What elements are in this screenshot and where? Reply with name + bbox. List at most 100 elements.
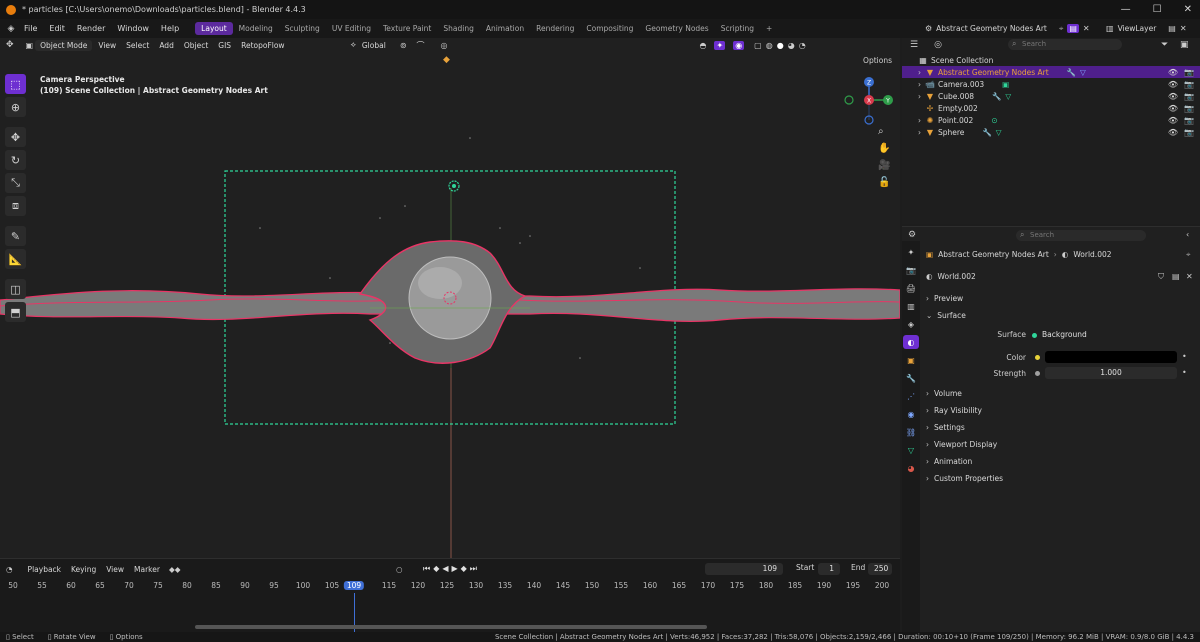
tab-scripting[interactable]: Scripting bbox=[715, 22, 760, 35]
menu-marker[interactable]: Marker bbox=[129, 565, 165, 574]
visibility-eye-icon[interactable]: 👁 bbox=[1168, 80, 1178, 89]
modifier-icon[interactable]: 🔧 bbox=[992, 92, 1001, 101]
render-camera-icon[interactable]: 📷 bbox=[1184, 68, 1194, 77]
timeline-scrollbar[interactable] bbox=[195, 625, 707, 629]
scene-selector[interactable]: ⚙ Abstract Geometry Nodes Art ⌖ ▤ ✕ bbox=[925, 19, 1090, 38]
current-frame-field[interactable]: 109 bbox=[705, 563, 783, 575]
duplicate-icon[interactable]: ▤ bbox=[1172, 272, 1180, 281]
menu-edit[interactable]: Edit bbox=[43, 19, 71, 38]
cursor-tool-icon[interactable]: ⊕ bbox=[5, 97, 26, 117]
mesh-data-icon[interactable]: ▽ bbox=[996, 128, 1002, 137]
view-layer-selector[interactable]: ▥ ViewLayer ▤ ✕ bbox=[1106, 19, 1187, 38]
strength-field[interactable]: 1.000 bbox=[1045, 367, 1177, 379]
3d-viewport[interactable]: ✥ ▣ Object Mode View Select Add Object G… bbox=[0, 38, 900, 558]
outliner-row-cube[interactable]: › ▼ Cube.008 🔧 ▽ 👁 📷 bbox=[902, 90, 1200, 102]
properties-editor-icon[interactable]: ⚙ bbox=[908, 230, 916, 240]
annotate-tool-icon[interactable]: ✎ bbox=[5, 226, 26, 246]
output-tab-icon[interactable]: 🖨 bbox=[903, 281, 919, 295]
object-tab-icon[interactable]: ▣ bbox=[903, 353, 919, 367]
outliner-filter-icon[interactable]: ⏷ bbox=[1161, 40, 1168, 50]
render-camera-icon[interactable]: 📷 bbox=[1184, 104, 1194, 113]
particles-tab-icon[interactable]: ⋰ bbox=[903, 389, 919, 403]
render-tab-icon[interactable]: 📷 bbox=[903, 263, 919, 277]
outliner-row-sphere[interactable]: › ▼ Sphere 🔧 ▽ 👁 📷 bbox=[902, 126, 1200, 138]
zoom-icon[interactable]: ⌕ bbox=[878, 126, 890, 137]
scale-tool-icon[interactable]: ⤡ bbox=[5, 173, 26, 193]
tab-geometry-nodes[interactable]: Geometry Nodes bbox=[639, 22, 714, 35]
modifier-icon[interactable]: 🔧 bbox=[1067, 68, 1076, 77]
color-field[interactable] bbox=[1045, 351, 1177, 363]
playback-controls[interactable]: ⏮◆◀▶◆⏭ bbox=[423, 564, 480, 574]
panel-ray-visibility[interactable]: › Ray Visibility bbox=[926, 406, 982, 415]
tab-modeling[interactable]: Modeling bbox=[233, 22, 279, 35]
close-button[interactable]: ✕ bbox=[1184, 4, 1192, 15]
menu-keying[interactable]: Keying bbox=[66, 565, 101, 574]
outliner-row-scene-collection[interactable]: ▦ Scene Collection bbox=[902, 54, 1200, 66]
scene-tab-icon[interactable]: ◈ bbox=[903, 317, 919, 331]
render-camera-icon[interactable]: 📷 bbox=[1184, 116, 1194, 125]
tab-layout[interactable]: Layout bbox=[195, 22, 233, 35]
outliner-row-point-light[interactable]: › ✺ Point.002 ⊙ 👁 📷 bbox=[902, 114, 1200, 126]
pin-icon[interactable]: ⌖ bbox=[1059, 24, 1064, 34]
outliner-row-empty[interactable]: › ✢ Empty.002 👁 📷 bbox=[902, 102, 1200, 114]
expand-arrow-icon[interactable]: › bbox=[918, 128, 921, 137]
menu-help[interactable]: Help bbox=[155, 19, 185, 38]
add-cube-tool-icon[interactable]: ◫ bbox=[5, 279, 26, 299]
mesh-data-icon[interactable]: ▽ bbox=[1080, 68, 1086, 77]
visibility-eye-icon[interactable]: 👁 bbox=[1168, 116, 1178, 125]
new-scene-icon[interactable]: ▤ bbox=[1067, 24, 1079, 33]
expand-arrow-icon[interactable]: › bbox=[918, 80, 921, 89]
expand-arrow-icon[interactable]: › bbox=[918, 92, 921, 101]
expand-arrow-icon[interactable]: › bbox=[918, 68, 921, 77]
light-data-icon[interactable]: ⊙ bbox=[991, 116, 997, 125]
new-collection-icon[interactable]: ▣ bbox=[1180, 40, 1189, 50]
visibility-eye-icon[interactable]: 👁 bbox=[1168, 104, 1178, 113]
tab-texture-paint[interactable]: Texture Paint bbox=[377, 22, 437, 35]
surface-shader-field[interactable]: Background bbox=[1032, 329, 1180, 341]
navigation-gizmo[interactable]: Z Y X bbox=[840, 76, 900, 166]
panel-animation[interactable]: › Animation bbox=[926, 457, 972, 466]
fake-user-shield-icon[interactable]: ⛉ bbox=[1158, 272, 1164, 282]
select-box-tool-icon[interactable]: ⬚ bbox=[5, 74, 26, 94]
display-mode-icon[interactable]: ◎ bbox=[934, 40, 942, 50]
tool-tab-icon[interactable]: ✦ bbox=[903, 245, 919, 259]
camera-data-icon[interactable]: ▣ bbox=[1002, 80, 1009, 89]
move-tool-icon[interactable]: ✥ bbox=[5, 127, 26, 147]
physics-tab-icon[interactable]: ◉ bbox=[903, 407, 919, 421]
add-workspace-button[interactable]: + bbox=[760, 22, 778, 35]
material-tab-icon[interactable]: ◕ bbox=[903, 461, 919, 475]
mesh-data-icon[interactable]: ▽ bbox=[1005, 92, 1011, 101]
lock-icon[interactable]: 🔓 bbox=[878, 177, 890, 188]
rotate-tool-icon[interactable]: ↻ bbox=[5, 150, 26, 170]
render-camera-icon[interactable]: 📷 bbox=[1184, 80, 1194, 89]
current-frame-marker[interactable]: 109 bbox=[343, 581, 365, 590]
minimize-button[interactable]: — bbox=[1121, 4, 1131, 15]
menu-file[interactable]: File bbox=[18, 19, 43, 38]
panel-viewport-display[interactable]: › Viewport Display bbox=[926, 440, 997, 449]
transform-tool-icon[interactable]: ⧈ bbox=[5, 196, 26, 216]
delete-view-layer-icon[interactable]: ✕ bbox=[1180, 24, 1187, 33]
camera-view-icon[interactable]: 🎥 bbox=[878, 160, 890, 171]
pan-hand-icon[interactable]: ✋ bbox=[878, 143, 890, 154]
menu-window[interactable]: Window bbox=[111, 19, 155, 38]
unlink-icon[interactable]: ✕ bbox=[1186, 272, 1193, 281]
end-frame-field[interactable]: 250 bbox=[868, 563, 892, 575]
timeline-editor-type-icon[interactable]: ◔ bbox=[6, 565, 13, 574]
world-datablock[interactable]: ◐ World.002 bbox=[926, 272, 976, 281]
timeline-editor[interactable]: ◔ Playback Keying View Marker ◆◆ ○ ⏮◆◀▶◆… bbox=[0, 558, 900, 633]
blender-menu-icon[interactable]: ◈ bbox=[4, 24, 18, 34]
modifier-tab-icon[interactable]: 🔧 bbox=[903, 371, 919, 385]
data-tab-icon[interactable]: ▽ bbox=[903, 443, 919, 457]
menu-playback[interactable]: Playback bbox=[23, 565, 66, 574]
delete-scene-icon[interactable]: ✕ bbox=[1083, 24, 1090, 33]
panel-volume[interactable]: › Volume bbox=[926, 389, 962, 398]
expand-arrow-icon[interactable]: › bbox=[918, 116, 921, 125]
menu-render[interactable]: Render bbox=[71, 19, 111, 38]
collapse-arrow-icon[interactable]: ‹ bbox=[1186, 230, 1189, 239]
menu-timeline-view[interactable]: View bbox=[101, 565, 129, 574]
tab-rendering[interactable]: Rendering bbox=[530, 22, 580, 35]
render-camera-icon[interactable]: 📷 bbox=[1184, 92, 1194, 101]
outliner-row-abstract-geometry-nodes-art[interactable]: › ▼ Abstract Geometry Nodes Art 🔧 ▽ 👁 📷 bbox=[902, 66, 1200, 78]
tab-sculpting[interactable]: Sculpting bbox=[279, 22, 326, 35]
visibility-eye-icon[interactable]: 👁 bbox=[1168, 68, 1178, 77]
